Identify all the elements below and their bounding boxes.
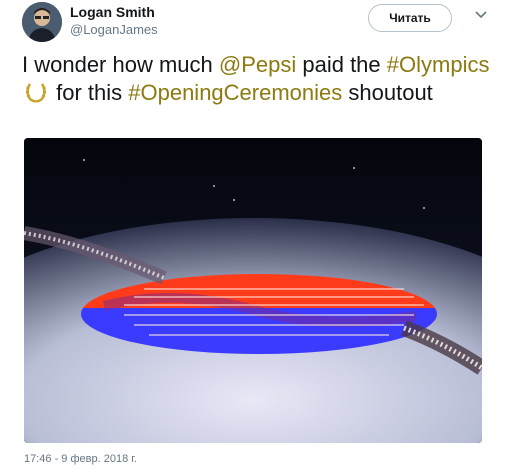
tweet-photo[interactable] <box>24 138 482 443</box>
tweet-text-part: I wonder how much <box>22 52 219 77</box>
tweet-text-part: shoutout <box>342 80 433 105</box>
mention-link[interactable]: @Pepsi <box>219 52 296 77</box>
chevron-down-icon[interactable] <box>474 8 488 22</box>
avatar[interactable] <box>22 2 62 42</box>
laurel-wreath-icon <box>25 83 47 103</box>
hashtag-link[interactable]: #OpeningCeremonies <box>128 80 342 105</box>
author-handle[interactable]: @LoganJames <box>70 21 158 39</box>
author-name[interactable]: Logan Smith <box>70 3 158 21</box>
follow-button[interactable]: Читать <box>368 4 452 32</box>
tweet-text-part: for this <box>50 80 129 105</box>
timestamp[interactable]: 17:46 - 9 февр. 2018 г. <box>24 453 137 465</box>
tweet-text: I wonder how much @Pepsi paid the #Olymp… <box>22 51 492 107</box>
author-info: Logan Smith @LoganJames <box>70 3 158 39</box>
tweet-card: Logan Smith @LoganJames Читать I wonder … <box>0 0 510 476</box>
hashtag-link[interactable]: #Olympics <box>387 52 490 77</box>
tweet-text-part: paid the <box>296 52 387 77</box>
